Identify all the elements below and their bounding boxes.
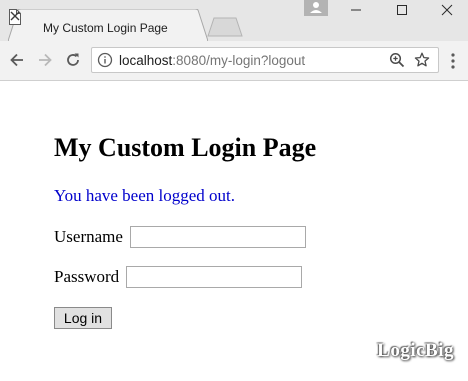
watermark-logo: LogicBig (377, 340, 454, 361)
username-field[interactable] (130, 226, 306, 248)
url-text[interactable]: localhost:8080/my-login?logout (119, 53, 305, 68)
star-icon[interactable] (414, 52, 430, 68)
logout-message: You have been logged out. (54, 186, 235, 205)
arrow-right-icon[interactable] (36, 51, 54, 69)
url-path: :8080/my-login?logout (172, 53, 306, 68)
address-bar[interactable]: localhost:8080/my-login?logout (91, 47, 439, 73)
title-bar: My Custom Login Page (0, 0, 468, 41)
more-vertical-icon[interactable] (447, 52, 459, 70)
person-icon[interactable] (304, 0, 328, 16)
info-icon[interactable] (97, 52, 113, 68)
reload-icon[interactable] (64, 51, 82, 69)
maximize-icon (397, 5, 407, 15)
minimize-icon (351, 9, 361, 11)
browser-toolbar: localhost:8080/my-login?logout (0, 41, 468, 81)
new-tab-icon[interactable] (207, 17, 243, 37)
minimize-button[interactable] (333, 0, 379, 20)
username-label: Username (54, 227, 123, 246)
password-label: Password (54, 267, 120, 286)
arrow-left-icon[interactable] (8, 51, 26, 69)
close-icon[interactable] (8, 9, 22, 23)
tab-active[interactable]: My Custom Login Page (8, 9, 208, 41)
page-title: My Custom Login Page (54, 133, 317, 162)
tab-title: My Custom Login Page (43, 21, 168, 35)
url-host: localhost (119, 53, 173, 68)
browser-window: My Custom Login Page localhost:8080/my-l… (0, 0, 468, 381)
login-button[interactable]: Log in (54, 307, 112, 329)
zoom-in-icon[interactable] (389, 52, 405, 68)
password-field[interactable] (126, 266, 302, 288)
window-close-button[interactable] (424, 0, 468, 20)
maximize-button[interactable] (379, 0, 425, 20)
close-icon (441, 4, 453, 16)
page-content: My Custom Login Page You have been logge… (0, 81, 468, 381)
